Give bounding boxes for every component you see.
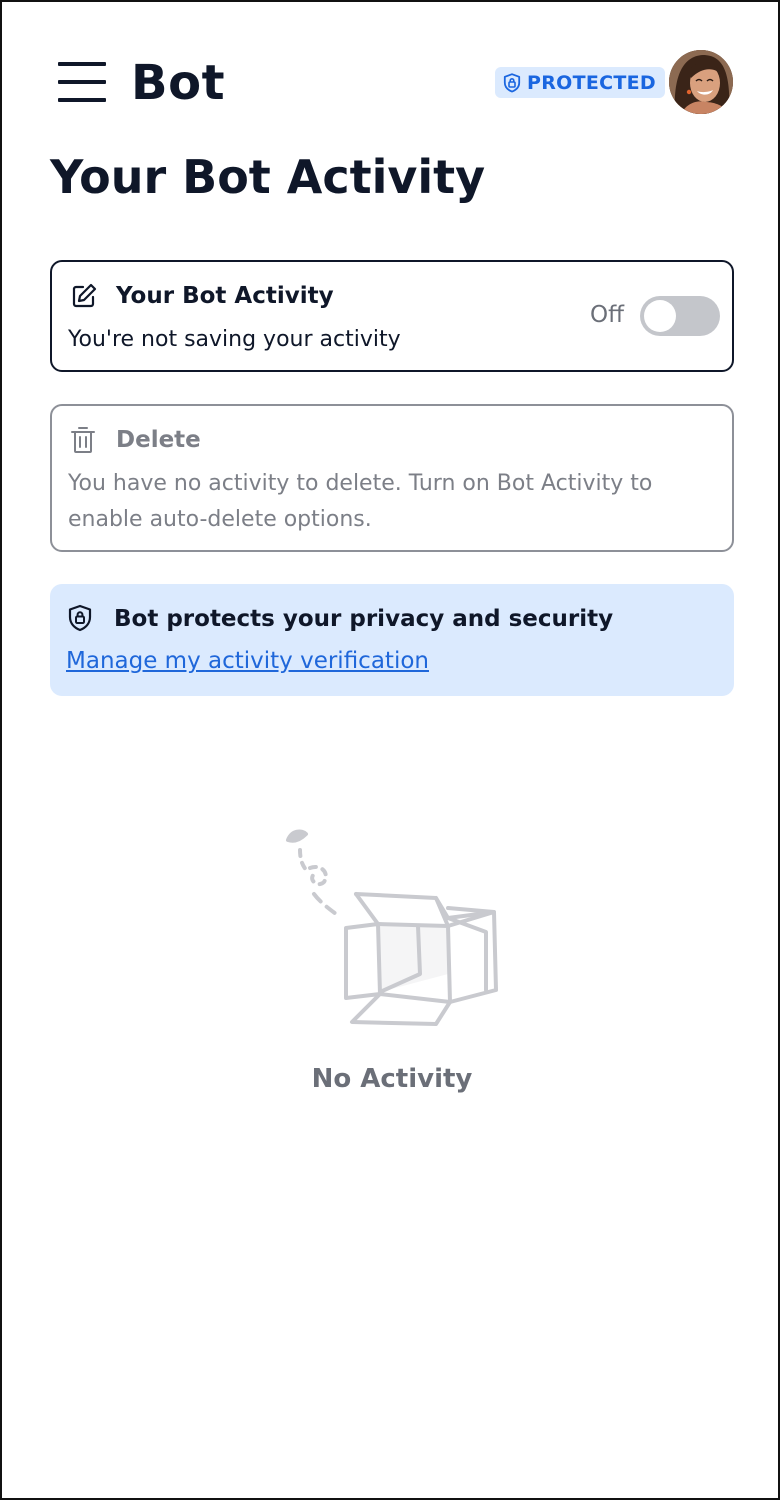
trash-icon: [71, 427, 95, 453]
page-title: Your Bot Activity: [50, 150, 486, 204]
badge-label: PROTECTED: [527, 71, 657, 94]
delete-card-heading: Delete: [116, 427, 201, 453]
user-avatar[interactable]: [669, 50, 733, 114]
activity-card: Your Bot Activity You're not saving your…: [50, 260, 734, 372]
privacy-card: Bot protects your privacy and security M…: [50, 584, 734, 696]
toggle-knob: [644, 300, 676, 332]
hamburger-menu-icon[interactable]: [58, 62, 106, 102]
protected-badge: PROTECTED: [495, 67, 666, 98]
delete-card: Delete You have no activity to delete. T…: [50, 404, 734, 552]
edit-icon: [72, 283, 97, 308]
app-title: Bot: [131, 55, 226, 111]
delete-card-description: You have no activity to delete. Turn on …: [68, 471, 653, 532]
app-screen: Bot PROTECTED Your Bot Activity Your Bot…: [0, 0, 780, 1500]
manage-verification-link[interactable]: Manage my activity verification: [66, 646, 429, 676]
avatar-image: [669, 50, 733, 114]
activity-card-description: You're not saving your activity: [68, 327, 401, 352]
shield-lock-icon: [68, 604, 92, 632]
empty-box-illustration: [286, 829, 498, 1026]
empty-state-text: No Activity: [311, 1064, 473, 1094]
activity-toggle-label: Off: [590, 302, 624, 328]
activity-card-heading: Your Bot Activity: [116, 283, 334, 309]
shield-lock-icon: [503, 72, 521, 92]
privacy-card-heading: Bot protects your privacy and security: [114, 606, 614, 632]
activity-toggle[interactable]: [640, 296, 720, 336]
